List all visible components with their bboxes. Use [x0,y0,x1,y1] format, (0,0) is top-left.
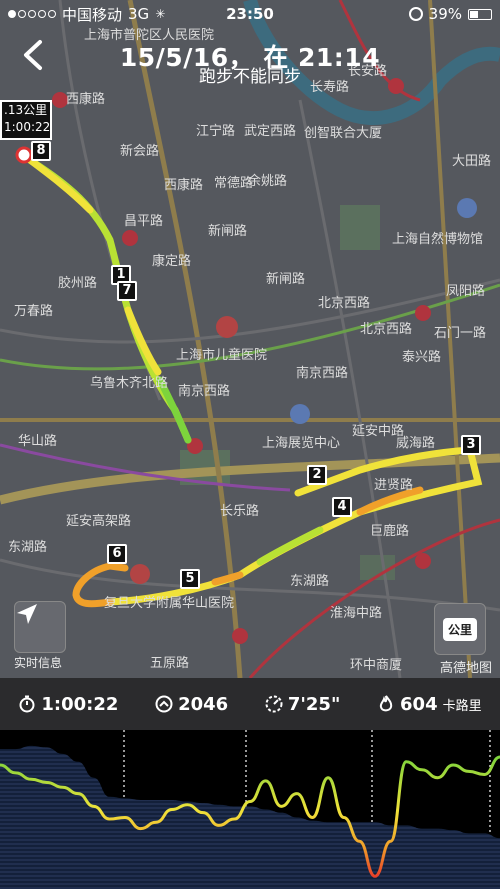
map-label: 东湖路 [290,574,330,589]
map-label: 胶州路 [58,276,98,291]
map-label: 南京西路 [296,366,349,381]
map-label: 泰兴路 [402,350,442,365]
map-label: 长乐路 [220,504,260,519]
map-label: 北京西路 [318,296,371,311]
status-bar: 中国移动 3G ✳ 23:50 39% [0,0,500,28]
km-marker[interactable]: 6 [107,544,127,564]
km-marker[interactable]: 8 [31,141,51,161]
metro-station-icon [415,553,431,569]
pace-graph[interactable] [0,730,500,889]
sync-status: 跑步不能同步 [199,67,301,87]
map-label: 延安高架路 [66,514,132,529]
map-label: 创智联合大厦 [304,126,383,141]
map-label: 巨鹿路 [370,524,410,539]
km-marker[interactable]: 5 [180,569,200,589]
map-label: 淮海中路 [330,606,383,621]
start-point-icon [15,146,33,164]
metro-station-icon [415,305,431,321]
callout-distance: .13公里 [4,103,48,117]
map-label: 西康路 [66,92,106,107]
map-label: 进贤路 [374,478,414,493]
stopwatch-icon [19,695,35,713]
map-label: 常德路 [214,176,254,191]
stat-pace[interactable]: 7'25" [265,694,340,715]
battery-icon [468,8,492,20]
metro-station-icon [232,628,248,644]
map-provider-label: 高德地图 [439,661,492,676]
map-label: 南京西路 [178,384,231,399]
map-label: 上海展览中心 [262,436,341,451]
map-label: 昌平路 [124,214,164,229]
callout-duration: 1:00:22 [4,120,51,134]
map-label: 华山路 [18,434,58,449]
map-label: 五原路 [150,656,190,671]
locate-label: 实时信息 [14,656,63,670]
km-marker[interactable]: 2 [307,465,327,485]
elevation-area [0,745,500,889]
stats-bar: 1:00:22 2046 7'25" 604 卡路里 [0,678,500,730]
steps-icon [155,695,173,713]
poi-icon [290,404,310,424]
unit-toggle-button[interactable]: 公里 [434,603,486,655]
run-summary-callout: .13公里 1:00:22 [0,100,52,140]
map-label: 凤阳路 [446,284,486,299]
map-label: 乌鲁木齐北路 [90,376,169,391]
map-label: 威海路 [396,436,436,451]
locate-button[interactable] [14,601,66,653]
map-label: 北京西路 [360,322,413,337]
km-marker[interactable]: 4 [332,497,352,517]
map-label: 新闸路 [208,224,248,239]
map-label: 新会路 [120,144,160,159]
hospital-icon [130,564,150,584]
alarm-icon [408,7,423,21]
calories-value: 604 [400,693,438,715]
battery-percent: 39% [428,5,462,23]
unit-label: 公里 [442,617,477,641]
map-label: 万春路 [14,304,54,319]
steps-value: 2046 [178,693,229,715]
pace-gauge-icon [265,695,283,713]
km-marker[interactable]: 3 [461,435,481,455]
stat-steps[interactable]: 2046 [155,694,228,715]
km-marker[interactable]: 7 [117,281,137,301]
map-label: 上海自然博物馆 [392,232,484,247]
map-label: 环中商厦 [350,658,403,673]
flame-icon [379,695,393,712]
calories-unit: 卡路里 [442,698,482,714]
map-label: 余姚路 [248,174,288,189]
pace-value: 7'25" [287,693,341,715]
park-area [340,205,380,250]
location-arrow-icon [17,604,37,624]
stat-calories[interactable]: 604 卡路里 [377,694,482,715]
map-label: 西康路 [164,178,204,193]
map-label: 石门一路 [434,326,487,341]
hospital-icon [216,316,238,338]
map-label: 东湖路 [8,540,48,555]
map-label: 上海市儿童医院 [176,348,268,363]
map-label: 江宁路 [196,124,236,139]
duration-value: 1:00:22 [41,693,119,715]
map-label: 武定西路 [244,124,297,139]
map-label: 新闸路 [266,272,306,287]
museum-icon [457,198,477,218]
route-map[interactable]: 上海市普陀区人民医院 西康路 新会路 长寿路 长安路 创智联合大厦 大田路 新闸… [0,0,500,678]
map-label: 大田路 [452,154,492,169]
map-label: 复旦大学附属华山医院 [104,596,235,611]
map-label: 康定路 [152,254,192,269]
stat-duration[interactable]: 1:00:22 [18,694,118,715]
metro-station-icon [122,230,138,246]
